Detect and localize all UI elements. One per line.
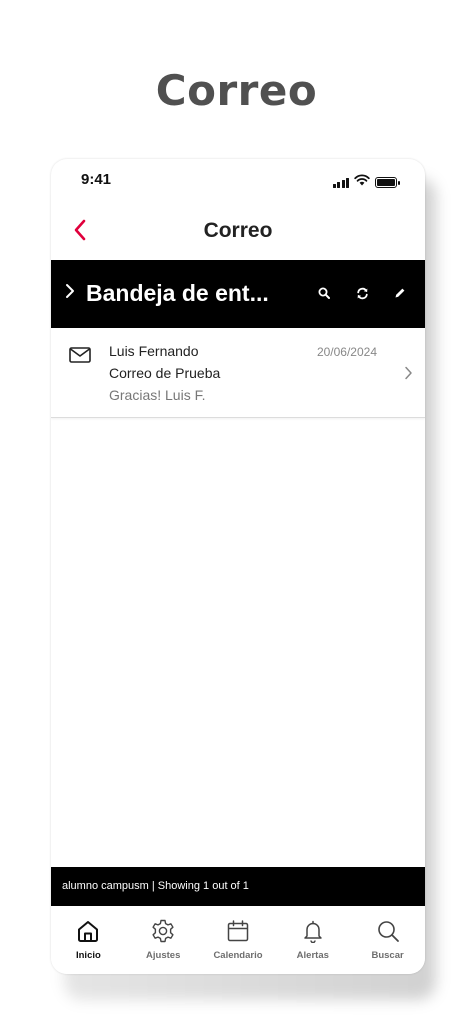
message-subject: Correo de Prueba	[109, 365, 221, 381]
message-row[interactable]: Luis Fernando Correo de Prueba Gracias! …	[51, 328, 425, 418]
chevron-left-icon	[74, 219, 86, 241]
search-icon[interactable]	[317, 286, 331, 300]
tab-buscar[interactable]: Buscar	[350, 906, 425, 974]
nav-bar: Correo	[51, 203, 425, 260]
folder-title[interactable]: Bandeja de ent...	[86, 280, 269, 307]
tab-ajustes[interactable]: Ajustes	[126, 906, 201, 974]
tab-label: Inicio	[75, 950, 101, 961]
message-sender: Luis Fernando	[109, 343, 199, 359]
tab-label: Calendario	[213, 950, 263, 961]
home-icon	[75, 918, 101, 944]
wifi-icon	[354, 173, 370, 191]
nav-title: Correo	[203, 219, 273, 242]
refresh-icon[interactable]	[355, 286, 369, 300]
status-icons	[332, 173, 400, 191]
tab-alertas[interactable]: Alertas	[275, 906, 350, 974]
back-button[interactable]	[67, 215, 93, 245]
message-date: 20/06/2024	[316, 345, 377, 359]
folder-actions	[317, 286, 407, 300]
pencil-icon[interactable]	[393, 286, 407, 300]
footer-status: alumno campusm | Showing 1 out of 1	[51, 867, 425, 906]
status-bar: 9:41	[51, 159, 425, 203]
page-heading: Correo	[155, 66, 318, 115]
signal-icon	[332, 177, 349, 188]
tab-label: Alertas	[296, 950, 329, 961]
device-frame: 9:41 Correo Bandeja de ent... Luis Ferna…	[51, 159, 425, 974]
envelope-icon	[69, 347, 91, 368]
bell-icon	[300, 918, 326, 944]
tab-bar: Inicio Ajustes Calendario Alertas Buscar	[51, 906, 425, 974]
calendar-icon	[225, 918, 251, 944]
message-preview: Gracias! Luis F.	[109, 387, 206, 403]
tab-label: Ajustes	[146, 950, 181, 961]
folder-header: Bandeja de ent...	[51, 260, 425, 328]
tab-label: Buscar	[371, 950, 404, 961]
gear-icon	[150, 918, 176, 944]
chevron-right-icon[interactable]	[65, 283, 75, 304]
status-time: 9:41	[81, 171, 112, 188]
tab-inicio[interactable]: Inicio	[51, 906, 126, 974]
battery-icon	[375, 176, 400, 188]
chevron-right-icon	[404, 366, 413, 385]
search-icon	[375, 918, 401, 944]
tab-calendario[interactable]: Calendario	[201, 906, 276, 974]
